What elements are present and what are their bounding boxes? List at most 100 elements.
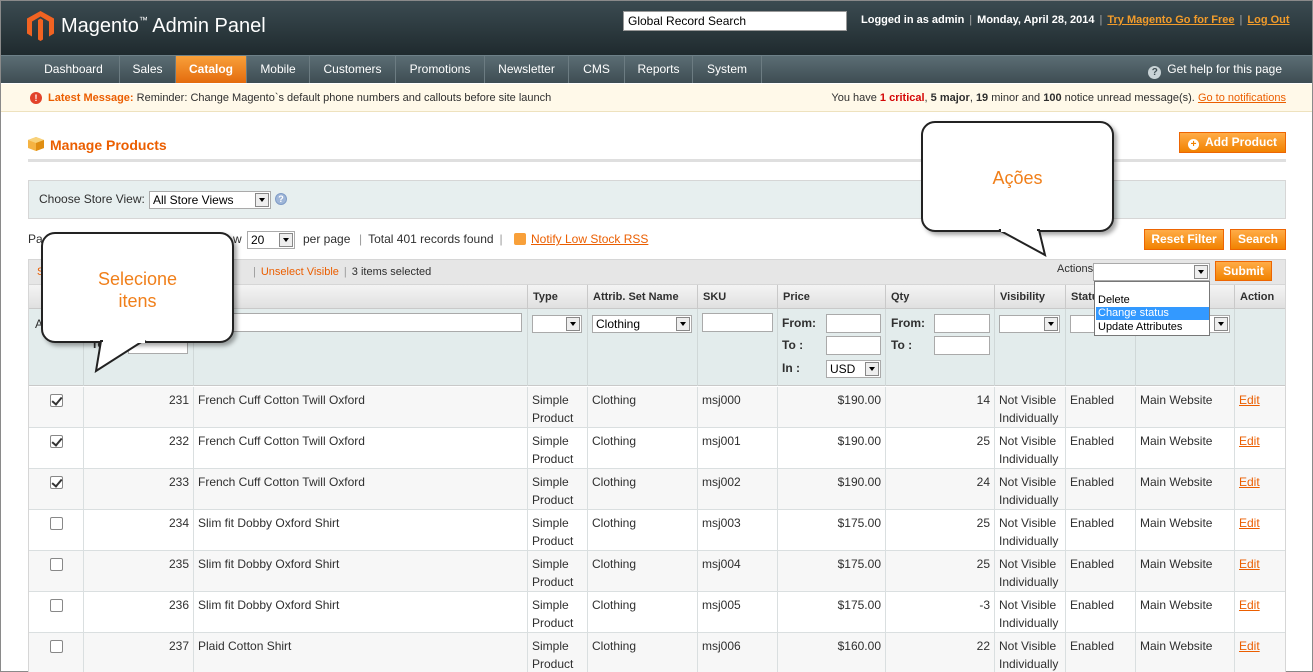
name-filter-input[interactable] xyxy=(199,313,522,332)
attrib-set-text: Clothing xyxy=(592,639,637,653)
row-id-text: 233 xyxy=(168,475,189,489)
product-name: Slim fit Dobby Oxford Shirt xyxy=(194,510,528,551)
col-visibility[interactable]: Visibility xyxy=(995,285,1066,309)
edit-link-text[interactable]: Edit xyxy=(1239,393,1260,407)
items-selected-count: 3 items selected xyxy=(351,266,432,278)
row-checkbox[interactable] xyxy=(50,640,63,653)
sku-filter-input[interactable] xyxy=(702,313,773,332)
row-id-text: 235 xyxy=(168,557,189,571)
logout-link[interactable]: Log Out xyxy=(1247,14,1289,26)
row-checkbox[interactable] xyxy=(50,558,63,571)
unselect-visible-link[interactable]: Unselect Visible xyxy=(261,266,339,278)
attrib-set-filter-select[interactable]: Clothing xyxy=(592,315,692,333)
latest-message: Latest Message: Reminder: Change Magento… xyxy=(48,92,552,104)
price-from-input[interactable] xyxy=(826,314,881,333)
row-checkbox[interactable] xyxy=(50,476,63,489)
magento-logo-icon xyxy=(27,11,54,41)
qty: 25 xyxy=(886,551,995,592)
reset-filter-button[interactable]: Reset Filter xyxy=(1144,229,1224,250)
action-option-change-status[interactable]: Change status xyxy=(1096,307,1209,320)
price-text: $160.00 xyxy=(837,639,881,653)
product-type: Simple Product xyxy=(528,633,588,672)
row-checkbox[interactable] xyxy=(50,394,63,407)
edit-link-text[interactable]: Edit xyxy=(1239,598,1260,612)
price-text: $175.00 xyxy=(837,557,881,571)
visibility: Not Visible Individually xyxy=(995,633,1066,672)
row-id: 236 xyxy=(84,592,194,633)
help-link[interactable]: ? Get help for this page xyxy=(1148,56,1282,83)
callout-pointer xyxy=(998,228,1047,257)
table-row[interactable]: 236 Slim fit Dobby Oxford Shirt Simple Prod… xyxy=(29,592,1285,633)
action-option-update-attributes[interactable]: Update Attributes xyxy=(1096,321,1209,334)
actions-select[interactable] xyxy=(1093,263,1210,281)
rss-link[interactable]: Notify Low Stock RSS xyxy=(514,232,648,246)
nav-cms[interactable]: CMS xyxy=(569,56,625,83)
edit-link-text[interactable]: Edit xyxy=(1239,434,1260,448)
type-filter-select[interactable] xyxy=(532,315,582,333)
nav-promotions[interactable]: Promotions xyxy=(396,56,485,83)
row-checkbox[interactable] xyxy=(50,517,63,530)
price-to-input[interactable] xyxy=(826,336,881,355)
try-magento-go-link[interactable]: Try Magento Go for Free xyxy=(1107,14,1234,26)
attrib-set: Clothing xyxy=(588,592,698,633)
plus-icon: + xyxy=(1188,139,1199,150)
qty: 25 xyxy=(886,510,995,551)
table-row[interactable]: 237 Plaid Cotton Shirt Simple Product Clothi… xyxy=(29,633,1285,672)
add-product-button[interactable]: + Add Product xyxy=(1179,132,1286,153)
col-sku[interactable]: SKU xyxy=(698,285,778,309)
qty-from-input[interactable] xyxy=(934,314,990,333)
edit-link-text[interactable]: Edit xyxy=(1239,475,1260,489)
col-name[interactable] xyxy=(194,285,528,309)
product-type: Simple Product xyxy=(528,510,588,551)
actions-dropdown: Delete Change status Update Attributes xyxy=(1094,281,1210,336)
col-qty[interactable]: Qty xyxy=(886,285,995,309)
action-option-delete[interactable]: Delete xyxy=(1096,294,1209,307)
row-checkbox-cell xyxy=(29,510,84,551)
nav-catalog[interactable]: Catalog xyxy=(176,56,247,83)
per-page-select[interactable]: 20 xyxy=(247,231,295,249)
qty-text: 25 xyxy=(976,516,990,530)
nav-mobile[interactable]: Mobile xyxy=(247,56,310,83)
edit-link-text[interactable]: Edit xyxy=(1239,516,1260,530)
currency-select[interactable]: USD xyxy=(826,360,881,378)
product-type-text: Simple xyxy=(532,393,569,407)
global-search-input[interactable]: Global Record Search xyxy=(623,11,847,31)
website: Main Website xyxy=(1136,510,1235,551)
table-row[interactable]: 233 French Cuff Cotton Twill Oxford Simple… xyxy=(29,469,1285,510)
product-type-text: Simple xyxy=(532,598,569,612)
table-row[interactable]: 232 French Cuff Cotton Twill Oxford Simple… xyxy=(29,428,1285,469)
go-to-notifications-link[interactable]: Go to notifications xyxy=(1198,92,1286,104)
price-to-label: To : xyxy=(782,338,804,352)
message-summary: You have 1 critical, 5 major, 19 minor a… xyxy=(831,92,1286,104)
row-checkbox[interactable] xyxy=(50,435,63,448)
submit-button[interactable]: Submit xyxy=(1215,261,1272,281)
col-type[interactable]: Type xyxy=(528,285,588,309)
help-icon[interactable]: ? xyxy=(275,193,287,205)
edit-link-text[interactable]: Edit xyxy=(1239,639,1260,653)
header-user-links: Logged in as admin | Monday, April 28, 201… xyxy=(861,14,1290,26)
nav-dashboard[interactable]: Dashboard xyxy=(28,56,120,83)
table-row[interactable]: 234 Slim fit Dobby Oxford Shirt Simple Prod… xyxy=(29,510,1285,551)
product-name-text: Slim fit Dobby Oxford Shirt xyxy=(198,598,340,612)
table-row[interactable]: 231 French Cuff Cotton Twill Oxford Simple… xyxy=(29,387,1285,428)
nav-sales[interactable]: Sales xyxy=(120,56,176,83)
qty-text: 25 xyxy=(976,434,990,448)
nav-customers[interactable]: Customers xyxy=(310,56,396,83)
qty-to-input[interactable] xyxy=(934,336,990,355)
col-price[interactable]: Price xyxy=(778,285,886,309)
col-attrib-set[interactable]: Attrib. Set Name xyxy=(588,285,698,309)
price-in-label: In : xyxy=(782,361,800,375)
nav-newsletter[interactable]: Newsletter xyxy=(485,56,569,83)
nav-reports[interactable]: Reports xyxy=(625,56,693,83)
attrib-set: Clothing xyxy=(588,469,698,510)
table-row[interactable]: 235 Slim fit Dobby Oxford Shirt Simple Prod… xyxy=(29,551,1285,592)
row-checkbox[interactable] xyxy=(50,599,63,612)
search-button[interactable]: Search xyxy=(1230,229,1286,250)
edit-link-text[interactable]: Edit xyxy=(1239,557,1260,571)
visibility-filter-select[interactable] xyxy=(999,315,1060,333)
store-view-select[interactable]: All Store Views xyxy=(149,191,271,209)
product-name: French Cuff Cotton Twill Oxford xyxy=(194,469,528,510)
sku: msj002 xyxy=(698,469,778,510)
nav-system[interactable]: System xyxy=(693,56,762,83)
product-type-text: Simple xyxy=(532,434,569,448)
